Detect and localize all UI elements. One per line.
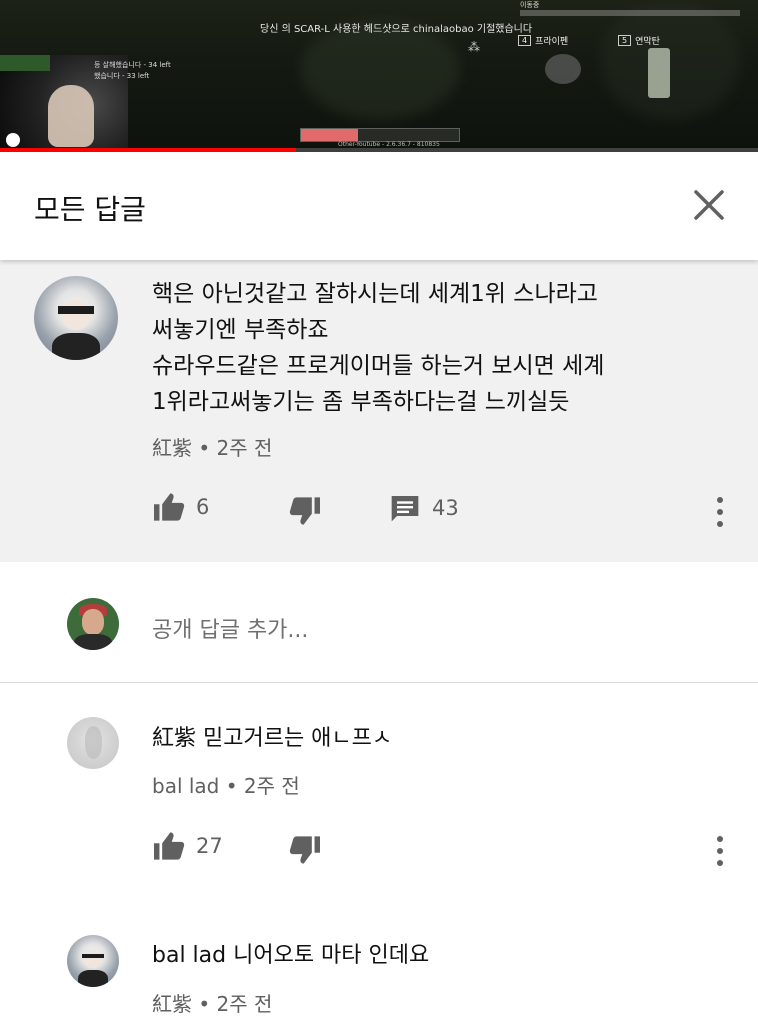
close-button[interactable] (688, 184, 730, 226)
reply-text: bal lad 니어오토 마타 인데요 (152, 943, 430, 968)
hud-label: 이동중 (520, 1, 540, 9)
comment-actions: 6 43 (152, 492, 742, 532)
reply-time: 2주 전 (243, 774, 300, 798)
avatar-dress (78, 970, 108, 987)
more-vert-icon (717, 836, 723, 866)
reply-actions: 27 (152, 831, 742, 871)
dislike-button[interactable] (288, 496, 322, 526)
like-button[interactable]: 27 (152, 831, 223, 861)
reply-time: 2주 전 (216, 992, 273, 1016)
slot-label: 프라이펜 (535, 37, 569, 47)
kill-log-entry: 등 살해했습니다 - 34 left (94, 61, 171, 69)
kill-feed-message: 당신 의 SCAR-L 사용한 헤드샷으로 chinalaobao 기절했습니다 (260, 24, 533, 35)
smoke-grenade-icon (648, 48, 670, 98)
add-reply-row[interactable]: 공개 답글 추가... (0, 562, 758, 682)
slot-label: 연막탄 (635, 37, 660, 47)
kill-log-entry: 했습니다 - 33 left (94, 72, 150, 80)
more-vert-icon (717, 497, 723, 527)
ammo-icon: ⁂ (468, 40, 480, 54)
meta-separator: • (198, 436, 217, 460)
avatar-head (81, 609, 105, 636)
item-slot-4: 4 프라이펜 (518, 34, 568, 47)
thumbs-up-icon (154, 493, 185, 521)
comment-line: 1위라고써놓기는 좀 부족하다는걸 느끼실듯 (152, 389, 570, 415)
comment-meta: 紅紫 • 2주 전 (152, 432, 272, 461)
version-text: Other-Youtube - 2.6.36.7 - 810835 (338, 141, 440, 148)
steam-icon (6, 133, 20, 147)
like-button[interactable]: 6 (152, 492, 209, 522)
reply-input[interactable]: 공개 답글 추가... (152, 612, 308, 644)
like-count: 27 (196, 834, 223, 858)
reply-button[interactable]: 43 (388, 492, 459, 524)
health-fill (301, 129, 358, 141)
comment-text: 핵은 아닌것같고 잘하시는데 세계1위 스나라고 써놓기엔 부족하죠 슈라우드같… (152, 276, 604, 420)
background-blur (600, 0, 740, 120)
thumbs-down-icon (289, 497, 320, 525)
reply-author[interactable]: 紅紫 (152, 992, 192, 1016)
hud-status-bar: 이동중 (520, 1, 740, 18)
avatar (67, 598, 119, 650)
reply-comment: bal lad 니어오토 마타 인데요 紅紫 • 2주 전 (0, 903, 758, 1024)
slot-number: 4 (518, 35, 532, 46)
comment-line: 써놓기엔 부족하죠 (152, 317, 329, 343)
video-player[interactable]: 이동중 당신 의 SCAR-L 사용한 헤드샷으로 chinalaobao 기절… (0, 0, 758, 152)
webcam-overlay (0, 55, 50, 71)
reply-count: 43 (432, 496, 459, 520)
like-count: 6 (196, 495, 210, 519)
webcam-hand (48, 85, 94, 147)
kill-log: 등 살해했습니다 - 34 left 했습니다 - 33 left (94, 60, 171, 82)
avatar-dress (52, 333, 100, 360)
avatar[interactable] (67, 717, 119, 769)
health-bar (300, 128, 460, 142)
avatar-blindfold (81, 953, 105, 959)
meta-separator: • (225, 774, 244, 798)
comment-icon (391, 496, 419, 522)
avatar-shape (84, 726, 103, 759)
close-icon (694, 190, 724, 220)
avatar-body (74, 634, 112, 650)
more-options-button[interactable] (711, 494, 729, 530)
dislike-button[interactable] (288, 835, 322, 865)
item-slot-5: 5 연막탄 (618, 34, 660, 47)
more-options-button[interactable] (711, 833, 729, 869)
reply-comment: 紅紫 믿고거르는 애ㄴ프ㅅ bal lad • 2주 전 27 (0, 683, 758, 903)
comment-author[interactable]: 紅紫 (152, 436, 192, 460)
hud-bar (520, 10, 740, 16)
avatar[interactable] (67, 935, 119, 987)
avatar-blindfold (57, 306, 95, 314)
reply-meta: bal lad • 2주 전 (152, 770, 300, 799)
slot-number: 5 (618, 35, 632, 46)
replies-header: 모든 답글 (0, 152, 758, 260)
thumbs-up-icon (154, 832, 185, 860)
background-blur (300, 20, 460, 120)
reply-text: 紅紫 믿고거르는 애ㄴ프ㅅ (152, 726, 393, 751)
page-title: 모든 답글 (34, 193, 146, 226)
avatar[interactable] (34, 276, 118, 360)
reply-author[interactable]: bal lad (152, 774, 219, 798)
avatar-face (83, 949, 103, 969)
reply-meta: 紅紫 • 2주 전 (152, 988, 272, 1017)
meta-separator: • (198, 992, 217, 1016)
comment-line: 핵은 아닌것같고 잘하시는데 세계1위 스나라고 (152, 281, 598, 307)
pan-icon (545, 54, 581, 84)
thumbs-down-icon (289, 836, 320, 864)
parent-comment: 핵은 아닌것같고 잘하시는데 세계1위 스나라고 써놓기엔 부족하죠 슈라우드같… (0, 260, 758, 562)
comment-line: 슈라우드같은 프로게이머들 하는거 보시면 세계 (152, 353, 605, 379)
comment-time: 2주 전 (216, 436, 273, 460)
avatar-face (60, 299, 92, 330)
